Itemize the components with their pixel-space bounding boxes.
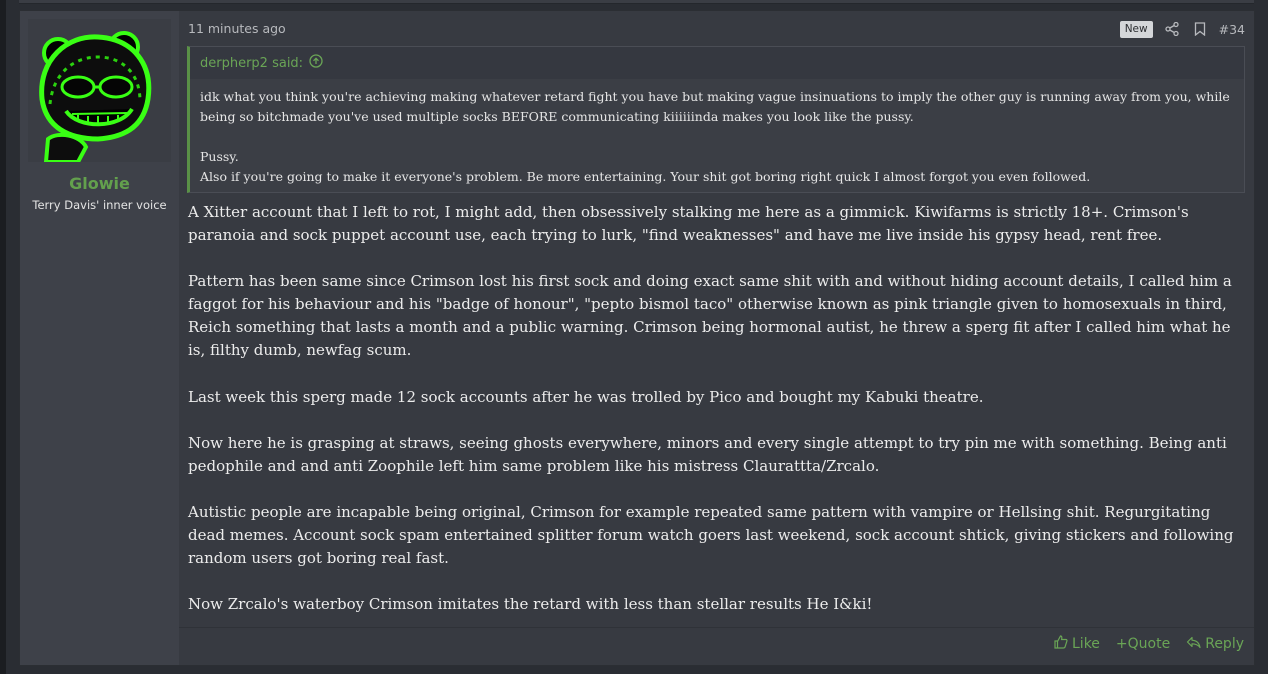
page-left-strip xyxy=(0,0,6,674)
like-button[interactable]: Like xyxy=(1054,635,1100,653)
quote-author[interactable]: derpherp2 said: xyxy=(200,56,303,71)
arrow-up-circle-icon[interactable] xyxy=(309,54,323,72)
post-meta-actions: New #34 xyxy=(1119,19,1245,39)
post-footer-divider xyxy=(179,627,1254,628)
post-main: 11 minutes ago New #34 derpherp2 said: i… xyxy=(179,11,1254,665)
like-label: Like xyxy=(1072,636,1100,652)
quote-paragraph: Also if you're going to make it everyone… xyxy=(200,169,1091,184)
user-title: Terry Davis' inner voice xyxy=(32,198,167,212)
post-number-link[interactable]: #34 xyxy=(1219,22,1245,37)
bookmark-icon[interactable] xyxy=(1191,20,1209,38)
post-paragraph: Last week this sperg made 12 sock accoun… xyxy=(188,387,984,406)
quote-paragraph: idk what you think you're achieving maki… xyxy=(200,89,1230,124)
quote-paragraph: Pussy. xyxy=(200,149,239,164)
post-actions: Like +Quote Reply xyxy=(1054,635,1244,653)
new-badge: New xyxy=(1119,20,1153,38)
thumbs-up-icon xyxy=(1054,635,1068,653)
quote-content: idk what you think you're achieving maki… xyxy=(190,79,1244,195)
post-paragraph: Now here he is grasping at straws, seein… xyxy=(188,433,1227,475)
quote-header[interactable]: derpherp2 said: xyxy=(190,47,1244,79)
quote-label: +Quote xyxy=(1115,636,1171,652)
post-paragraph: Now Zrcalo's waterboy Crimson imitates t… xyxy=(188,595,873,614)
reply-label: Reply xyxy=(1205,636,1244,652)
post-paragraph: Pattern has been same since Crimson lost… xyxy=(188,272,1232,360)
post-paragraph: A Xitter account that I left to rot, I m… xyxy=(188,203,1189,245)
reply-button[interactable]: Reply xyxy=(1186,635,1244,653)
username[interactable]: Glowie xyxy=(20,174,179,193)
quote-block: derpherp2 said: idk what you think you'r… xyxy=(187,46,1245,193)
avatar-image xyxy=(28,19,171,162)
share-icon[interactable] xyxy=(1163,20,1181,38)
previous-post-edge xyxy=(19,0,1254,4)
post-content: A Xitter account that I left to rot, I m… xyxy=(188,201,1248,639)
reply-icon xyxy=(1186,636,1201,653)
quote-button[interactable]: +Quote xyxy=(1116,635,1170,653)
forum-post: Glowie Terry Davis' inner voice 11 minut… xyxy=(19,10,1255,666)
post-paragraph: Autistic people are incapable being orig… xyxy=(188,502,1234,568)
post-timestamp[interactable]: 11 minutes ago xyxy=(188,21,286,36)
user-avatar[interactable] xyxy=(28,19,171,162)
user-info-panel: Glowie Terry Davis' inner voice xyxy=(20,11,179,665)
